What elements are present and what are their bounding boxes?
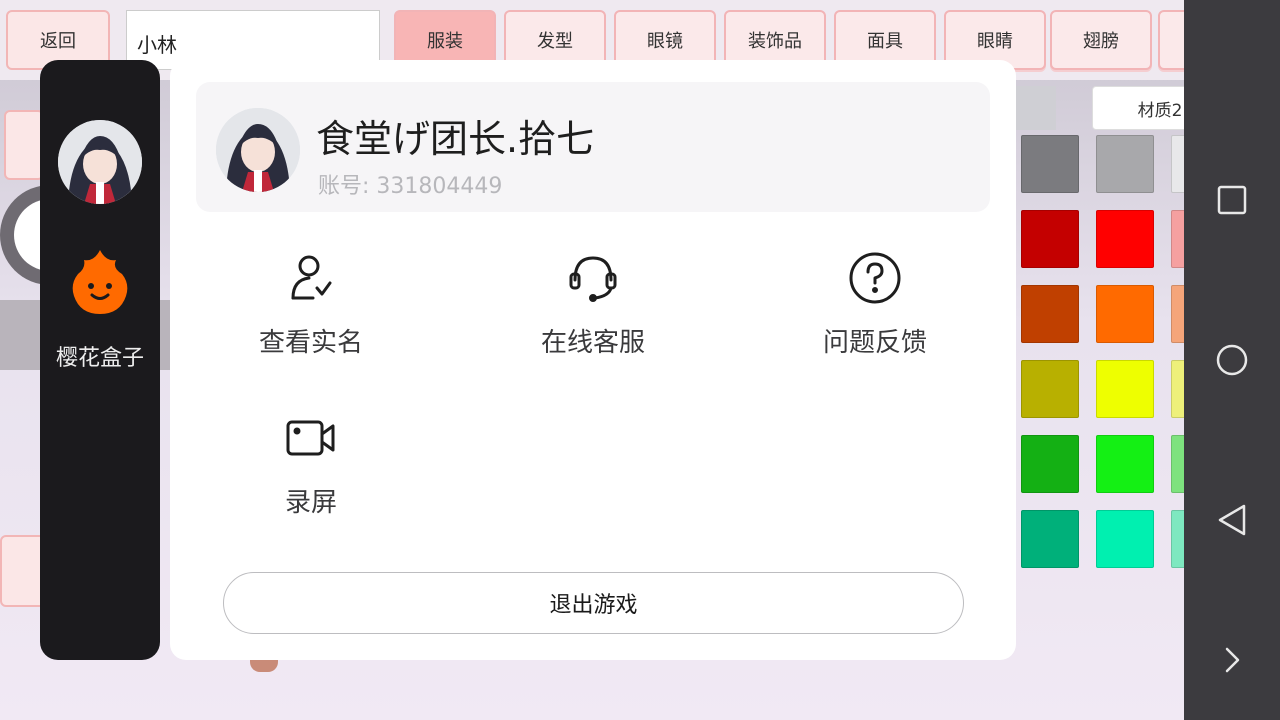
menu-label: 问题反馈	[822, 328, 927, 358]
profile-name: 食堂げ团长.拾七	[316, 117, 595, 161]
color-swatch[interactable]	[1021, 135, 1079, 193]
system-navigation-bar	[1184, 0, 1280, 720]
tab-wings[interactable]: 翅膀	[1050, 10, 1152, 70]
question-circle-icon	[847, 250, 903, 306]
exit-game-button[interactable]: 退出游戏	[223, 572, 964, 634]
home-icon[interactable]	[1212, 340, 1252, 380]
side-avatar[interactable]	[58, 120, 142, 204]
video-camera-icon	[283, 410, 339, 466]
menu-item-verify-identity[interactable]: 查看实名	[211, 250, 411, 380]
expand-icon[interactable]	[1212, 640, 1252, 680]
avatar	[216, 108, 300, 192]
sakura-box-logo-icon[interactable]	[68, 248, 132, 318]
color-swatch[interactable]	[1096, 360, 1154, 418]
menu-item-customer-service[interactable]: 在线客服	[493, 250, 693, 380]
color-swatch[interactable]	[1021, 435, 1079, 493]
color-swatch[interactable]	[1021, 285, 1079, 343]
color-swatch[interactable]	[1096, 510, 1154, 568]
color-swatch[interactable]	[1096, 435, 1154, 493]
menu-label: 在线客服	[540, 328, 645, 358]
user-check-icon	[283, 250, 339, 306]
color-swatch[interactable]	[1096, 135, 1154, 193]
floating-side-panel: 樱花盒子	[40, 60, 160, 660]
menu-item-feedback[interactable]: 问题反馈	[775, 250, 975, 380]
profile-account: 账号: 331804449	[318, 174, 503, 199]
menu-label: 查看实名	[258, 328, 363, 358]
bg-side-button	[4, 110, 44, 180]
material-tab-left[interactable]	[1016, 86, 1056, 130]
recent-apps-icon[interactable]	[1212, 180, 1252, 220]
back-icon[interactable]	[1212, 500, 1252, 540]
color-swatch[interactable]	[1021, 210, 1079, 268]
account-dialog: 食堂げ团长.拾七 账号: 331804449 查看实名 在线客服 问题反馈 录屏…	[170, 60, 1016, 660]
side-app-label: 樱花盒子	[55, 346, 144, 371]
menu-label: 录屏	[284, 488, 337, 518]
headset-icon	[565, 250, 621, 306]
color-swatch[interactable]	[1021, 510, 1079, 568]
color-swatch[interactable]	[1021, 360, 1079, 418]
menu-item-screen-record[interactable]: 录屏	[211, 410, 411, 540]
profile-card[interactable]: 食堂げ团长.拾七 账号: 331804449	[196, 82, 990, 212]
color-swatch[interactable]	[1096, 210, 1154, 268]
color-swatch[interactable]	[1096, 285, 1154, 343]
